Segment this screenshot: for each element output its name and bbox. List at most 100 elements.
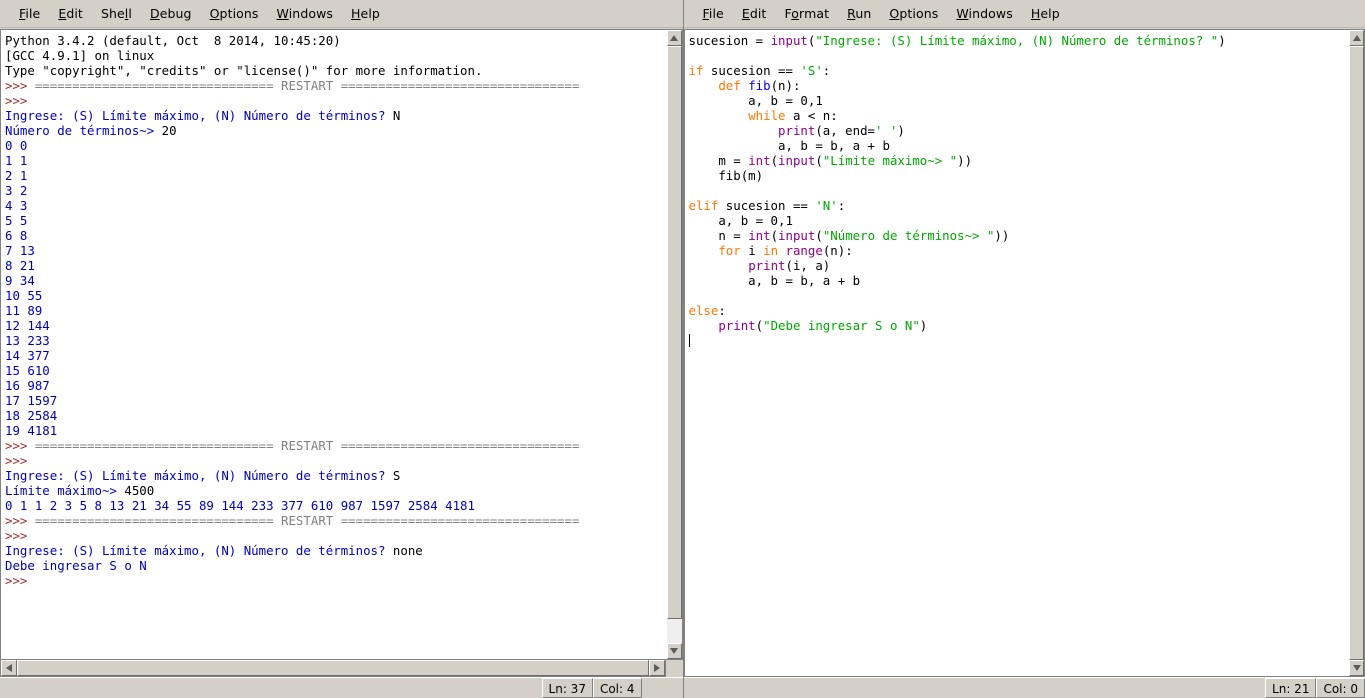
shell-menu-edit[interactable]: Edit — [49, 5, 92, 22]
editor-vscroll-track[interactable] — [1349, 46, 1364, 660]
chevron-down-icon — [670, 648, 678, 654]
editor-menu-file[interactable]: File — [694, 5, 733, 22]
editor-token-normal — [689, 318, 719, 333]
editor-line: print("Debe ingresar S o N") — [689, 318, 1350, 333]
editor-menu-options[interactable]: Options — [880, 5, 947, 22]
editor-line — [688, 333, 1350, 348]
shell-line: 19 4181 — [5, 423, 667, 438]
editor-token-def: fib — [748, 78, 771, 93]
menu-mnemonic: W — [276, 6, 289, 21]
editor-vertical-scrollbar[interactable] — [1349, 29, 1365, 677]
shell-line: 15 610 — [5, 363, 667, 378]
editor-token-kw: in — [763, 243, 779, 258]
shell-line: 12 144 — [5, 318, 667, 333]
editor-menu-edit[interactable]: Edit — [733, 5, 776, 22]
shell-token-stdin: none — [392, 543, 423, 558]
shell-menu-options[interactable]: Options — [201, 5, 268, 22]
editor-line: if sucesion == 'S': — [689, 63, 1350, 78]
shell-token-prompt: >>> — [5, 513, 35, 528]
editor-code-pane[interactable]: sucesion = input("Ingrese: (S) Límite má… — [683, 29, 1350, 677]
editor-token-normal: ( — [815, 153, 823, 168]
shell-line: >>> — [5, 528, 667, 543]
shell-menu-help[interactable]: Help — [342, 5, 389, 22]
shell-token-stdin: 4500 — [124, 483, 155, 498]
shell-token-stdout: 7 13 — [5, 243, 35, 258]
editor-scroll-down-button[interactable] — [1349, 660, 1364, 676]
shell-menu-windows[interactable]: Windows — [268, 5, 343, 22]
shell-token-prompt: >>> — [5, 438, 35, 453]
chevron-down-icon — [1352, 665, 1361, 671]
shell-vertical-scrollbar[interactable] — [666, 29, 683, 660]
editor-token-normal: ( — [770, 153, 779, 168]
shell-token-stdout: 0 1 1 2 3 5 8 13 21 34 55 89 144 233 377… — [5, 498, 483, 513]
editor-line: print(i, a) — [689, 258, 1350, 273]
editor-line: elif sucesion == 'N': — [689, 198, 1350, 213]
shell-token-stdout: Ingrese: (S) Límite máximo, (N) Número d… — [5, 543, 393, 558]
menu-mnemonic: l — [124, 6, 129, 21]
shell-line: 6 8 — [5, 228, 667, 243]
editor-token-builtin: print — [718, 318, 756, 333]
shell-token-stdout: Ingrese: (S) Límite máximo, (N) Número d… — [5, 468, 393, 483]
editor-menu-run[interactable]: Run — [838, 5, 880, 22]
shell-scroll-down-button[interactable] — [666, 643, 682, 659]
shell-output-pane[interactable]: Python 3.4.2 (default, Oct 8 2014, 10:45… — [0, 29, 667, 660]
shell-token-prompt: >>> — [5, 93, 35, 108]
menu-mnemonic: O — [889, 6, 900, 21]
shell-line: 8 21 — [5, 258, 667, 273]
shell-token-stdout: 1 1 — [5, 153, 28, 168]
editor-token-str: "Límite máximo~> " — [822, 153, 958, 168]
shell-menu-debug[interactable]: Debug — [141, 5, 201, 22]
shell-line: 13 233 — [5, 333, 667, 348]
editor-line: a, b = 0,1 — [689, 93, 1350, 108]
shell-line: 1 1 — [5, 153, 667, 168]
shell-horizontal-scrollbar[interactable] — [0, 660, 666, 677]
shell-line: 7 13 — [5, 243, 667, 258]
shell-menu-file[interactable]: File — [10, 5, 49, 22]
editor-menu-windows[interactable]: Windows — [947, 5, 1022, 22]
editor-line: def fib(n): — [689, 78, 1350, 93]
editor-menu-help[interactable]: Help — [1022, 5, 1069, 22]
editor-token-builtin: input — [778, 228, 816, 243]
editor-token-normal: : — [822, 63, 831, 78]
shell-line: [GCC 4.9.1] on linux — [5, 48, 667, 63]
editor-token-normal: sucesion == — [718, 198, 816, 213]
editor-token-normal: fib(m) — [688, 168, 764, 183]
shell-vscroll-thumb[interactable] — [666, 46, 682, 620]
editor-line: a, b = b, a + b — [689, 138, 1350, 153]
shell-scroll-right-button[interactable] — [648, 660, 665, 676]
shell-vscroll-track[interactable] — [666, 46, 682, 643]
editor-token-normal: (n): — [822, 243, 853, 258]
shell-line: >>> ================================ RES… — [5, 438, 667, 453]
editor-token-kw: while — [748, 108, 786, 123]
editor-token-normal: sucesion == — [703, 63, 801, 78]
editor-token-normal: m = — [688, 153, 749, 168]
shell-scroll-left-button[interactable] — [1, 660, 17, 676]
idle-application: File Edit Shell Debug Options Windows Help Pyt… — [0, 0, 1365, 698]
menu-mnemonic: W — [956, 6, 969, 21]
editor-token-str: 'S' — [800, 63, 823, 78]
editor-token-normal: ) — [1218, 33, 1226, 48]
shell-hscroll-thumb[interactable] — [17, 660, 649, 676]
editor-token-normal: a, b = b, a + b — [688, 273, 861, 288]
editor-token-normal — [689, 108, 749, 123]
editor-token-builtin: int — [748, 153, 771, 168]
shell-line: Límite máximo~> 4500 — [5, 483, 667, 498]
shell-token-stdout: 8 21 — [5, 258, 35, 273]
shell-menu-shell[interactable]: Shell — [92, 5, 141, 22]
editor-token-str: "Número de términos~> " — [822, 228, 995, 243]
editor-token-normal: )) — [957, 153, 973, 168]
shell-line: Ingrese: (S) Límite máximo, (N) Número d… — [5, 543, 667, 558]
editor-menu-format[interactable]: Format — [775, 5, 838, 22]
editor-scroll-up-button[interactable] — [1349, 30, 1364, 46]
shell-console-text: Python 3.4.2 (default, Oct 8 2014, 10:45… — [1, 30, 667, 588]
editor-token-normal: )) — [994, 228, 1010, 243]
editor-vscroll-thumb[interactable] — [1349, 46, 1364, 660]
shell-scroll-up-button[interactable] — [666, 30, 682, 46]
editor-token-normal: : — [837, 198, 846, 213]
shell-token-stdout: 19 4181 — [5, 423, 58, 438]
shell-token-restart: ================================ RESTART… — [34, 78, 580, 93]
editor-token-builtin: range — [785, 243, 823, 258]
text-caret — [688, 334, 690, 347]
